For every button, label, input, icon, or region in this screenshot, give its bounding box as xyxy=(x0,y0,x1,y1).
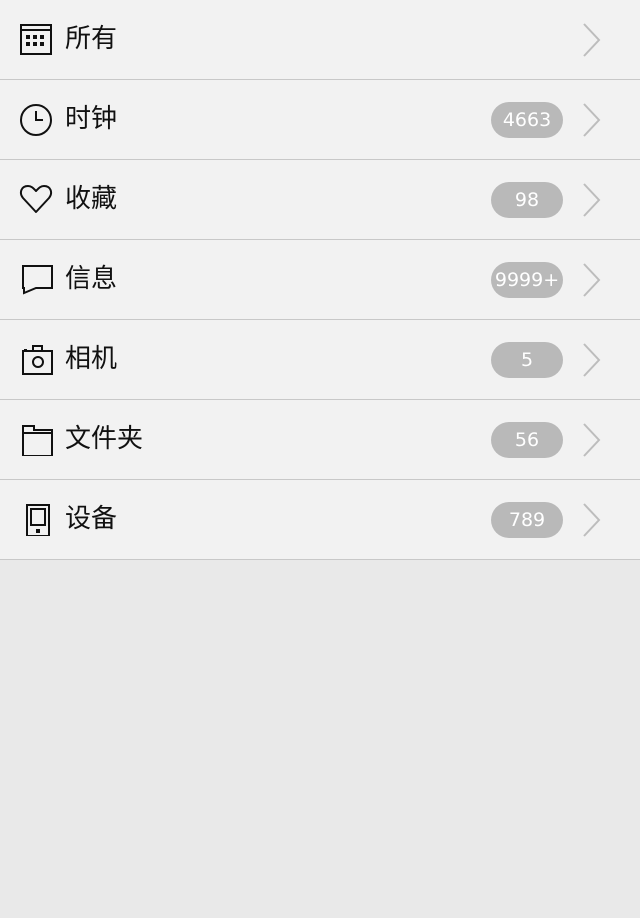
menu-item-clock[interactable]: 时钟 4663 xyxy=(0,80,640,160)
menu-item-messages[interactable]: 信息 9999+ xyxy=(0,240,640,320)
folder-icon xyxy=(19,422,53,456)
menu-item-all[interactable]: 所有 xyxy=(0,0,640,80)
menu-list: 所有 时钟 4663 收藏 98 信息 9999+ 相机 5 文件夹 56 设备… xyxy=(0,0,640,560)
menu-item-label: 信息 xyxy=(65,264,118,294)
count-badge: 5 xyxy=(491,342,563,378)
menu-item-label: 时钟 xyxy=(65,104,118,134)
chevron-right-icon xyxy=(580,422,604,458)
menu-item-label: 文件夹 xyxy=(65,424,144,454)
chevron-right-icon xyxy=(580,22,604,58)
menu-item-device[interactable]: 设备 789 xyxy=(0,480,640,560)
camera-icon xyxy=(19,342,53,376)
count-badge: 9999+ xyxy=(491,262,563,298)
menu-item-label: 收藏 xyxy=(65,184,118,214)
menu-item-folder[interactable]: 文件夹 56 xyxy=(0,400,640,480)
count-badge: 56 xyxy=(491,422,563,458)
count-badge: 98 xyxy=(491,182,563,218)
count-badge: 4663 xyxy=(491,102,563,138)
menu-item-camera[interactable]: 相机 5 xyxy=(0,320,640,400)
menu-item-label: 相机 xyxy=(65,344,118,374)
menu-item-label: 设备 xyxy=(65,504,118,534)
count-badge: 789 xyxy=(491,502,563,538)
chevron-right-icon xyxy=(580,182,604,218)
device-icon xyxy=(19,502,53,536)
menu-item-label: 所有 xyxy=(65,24,118,54)
empty-background xyxy=(0,560,640,918)
chevron-right-icon xyxy=(580,502,604,538)
calendar-grid-icon xyxy=(19,22,53,56)
menu-item-favorites[interactable]: 收藏 98 xyxy=(0,160,640,240)
chevron-right-icon xyxy=(580,102,604,138)
clock-icon xyxy=(19,102,53,136)
message-bubble-icon xyxy=(19,262,53,296)
chevron-right-icon xyxy=(580,262,604,298)
chevron-right-icon xyxy=(580,342,604,378)
heart-icon xyxy=(19,182,53,216)
